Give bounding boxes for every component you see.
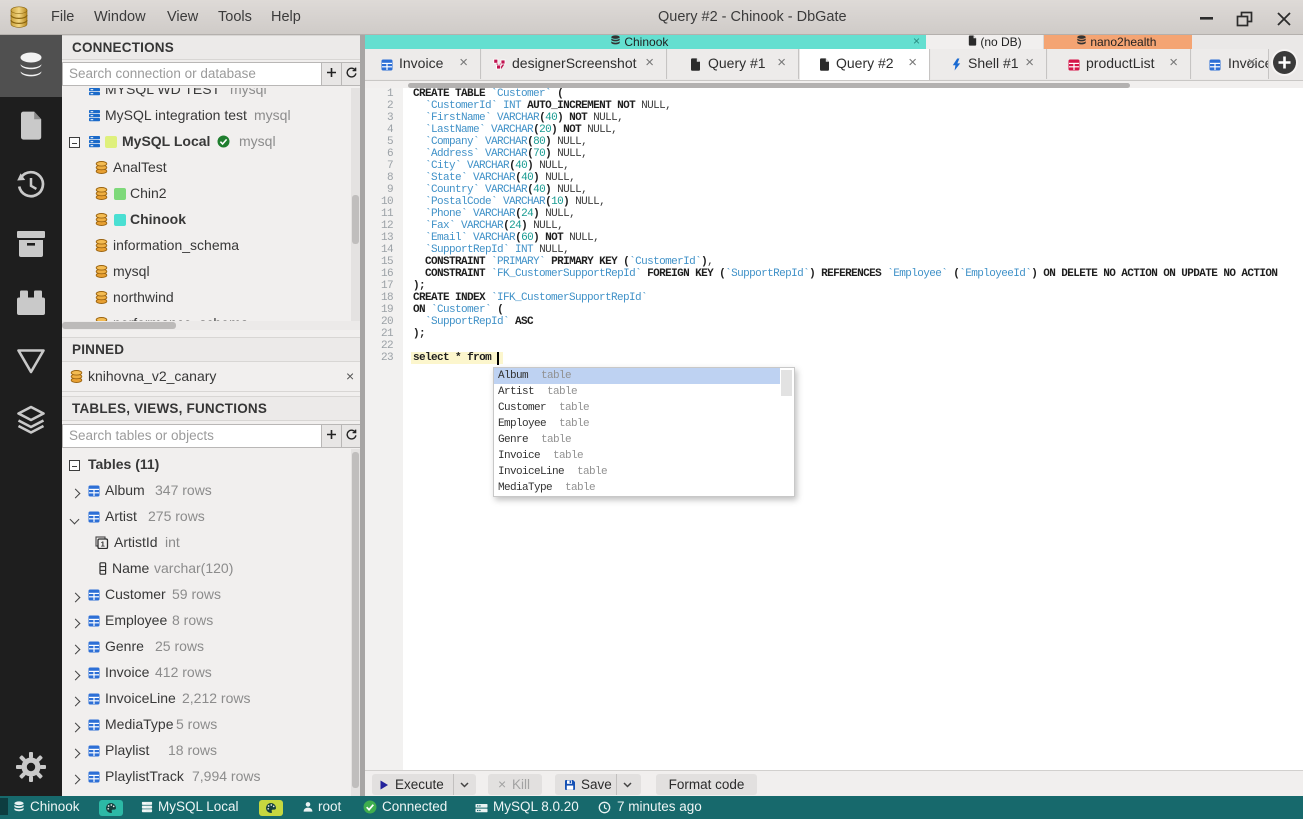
svg-text:1: 1 (101, 539, 105, 548)
